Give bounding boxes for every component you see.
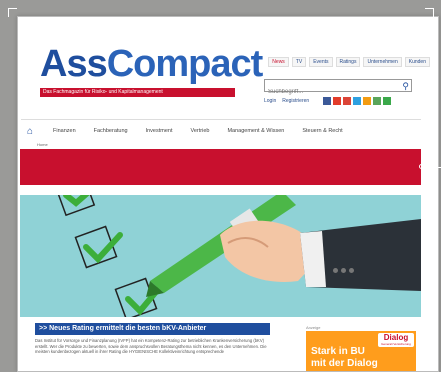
home-icon[interactable]: ⌂ (27, 126, 39, 137)
slider-dot[interactable] (341, 268, 346, 273)
nav-item-fachberatung[interactable]: Fachberatung (94, 128, 128, 134)
site-tagline: Das Fachmagazin für Risiko- und Kapitalm… (40, 88, 235, 97)
slider-dot[interactable] (349, 268, 354, 273)
top-links: News TV Events Ratings Unternehmen Kunde… (268, 57, 430, 67)
ad-label: Anzeige (306, 325, 321, 330)
social-icons (323, 97, 392, 105)
ad-headline-line2: mit der Dialog (311, 358, 378, 369)
red-banner (20, 149, 421, 185)
nav-item-investment[interactable]: Investment (146, 128, 173, 134)
nav-item-management[interactable]: Management & Wissen (227, 128, 284, 134)
search-input[interactable] (265, 86, 391, 98)
corner-mark-top-right (425, 8, 434, 17)
account-links: Login Registrieren (264, 97, 392, 105)
login-link[interactable]: Login (264, 98, 276, 104)
magazine-page: AssCompact Das Fachmagazin für Risiko- u… (17, 16, 439, 372)
toplink-kunden[interactable]: Kunden (404, 57, 430, 67)
search-icon[interactable]: ⚲ (402, 81, 409, 91)
toplink-events[interactable]: Events (309, 57, 333, 67)
dialog-logo: Dialog Generali Versicherung (378, 333, 414, 347)
register-link[interactable]: Registrieren (282, 98, 309, 104)
nav-item-vertrieb[interactable]: Vertrieb (191, 128, 210, 134)
share-icon[interactable] (373, 97, 382, 105)
mail-icon[interactable] (383, 97, 392, 105)
hero-image[interactable] (20, 195, 421, 317)
callout-line (424, 167, 441, 168)
twitter-icon[interactable] (353, 97, 362, 105)
nav-item-finanzen[interactable]: Finanzen (53, 128, 76, 134)
toplink-tv[interactable]: TV (291, 57, 307, 67)
nav-item-steuern[interactable]: Steuern & Recht (302, 128, 342, 134)
slider-dot[interactable] (333, 268, 338, 273)
article-headline[interactable]: >> Neues Rating ermittelt die besten bKV… (35, 323, 270, 335)
xing-icon[interactable] (333, 97, 342, 105)
main-navigation: ⌂ Finanzen Fachberatung Investment Vertr… (21, 119, 421, 142)
article-teaser: Das Institut für Vorsorge und Finanzplan… (35, 338, 267, 355)
site-logo[interactable]: AssCompact (40, 45, 263, 83)
corner-mark-top-left (8, 8, 17, 17)
ad-headline-line1: Stark in BU (311, 346, 365, 357)
toplink-ratings[interactable]: Ratings (335, 57, 361, 67)
checklist-illustration (54, 195, 421, 317)
advertisement[interactable]: Dialog Generali Versicherung Stark in BU… (306, 331, 416, 371)
rss-icon[interactable] (363, 97, 372, 105)
toplink-unternehmen[interactable]: Unternehmen (363, 57, 402, 67)
toplink-news[interactable]: News (268, 57, 289, 67)
slider-dots (333, 268, 354, 273)
facebook-icon[interactable] (323, 97, 332, 105)
google-plus-icon[interactable] (343, 97, 352, 105)
search-box: ⚲ (264, 79, 412, 98)
breadcrumb[interactable]: Home (37, 142, 48, 147)
